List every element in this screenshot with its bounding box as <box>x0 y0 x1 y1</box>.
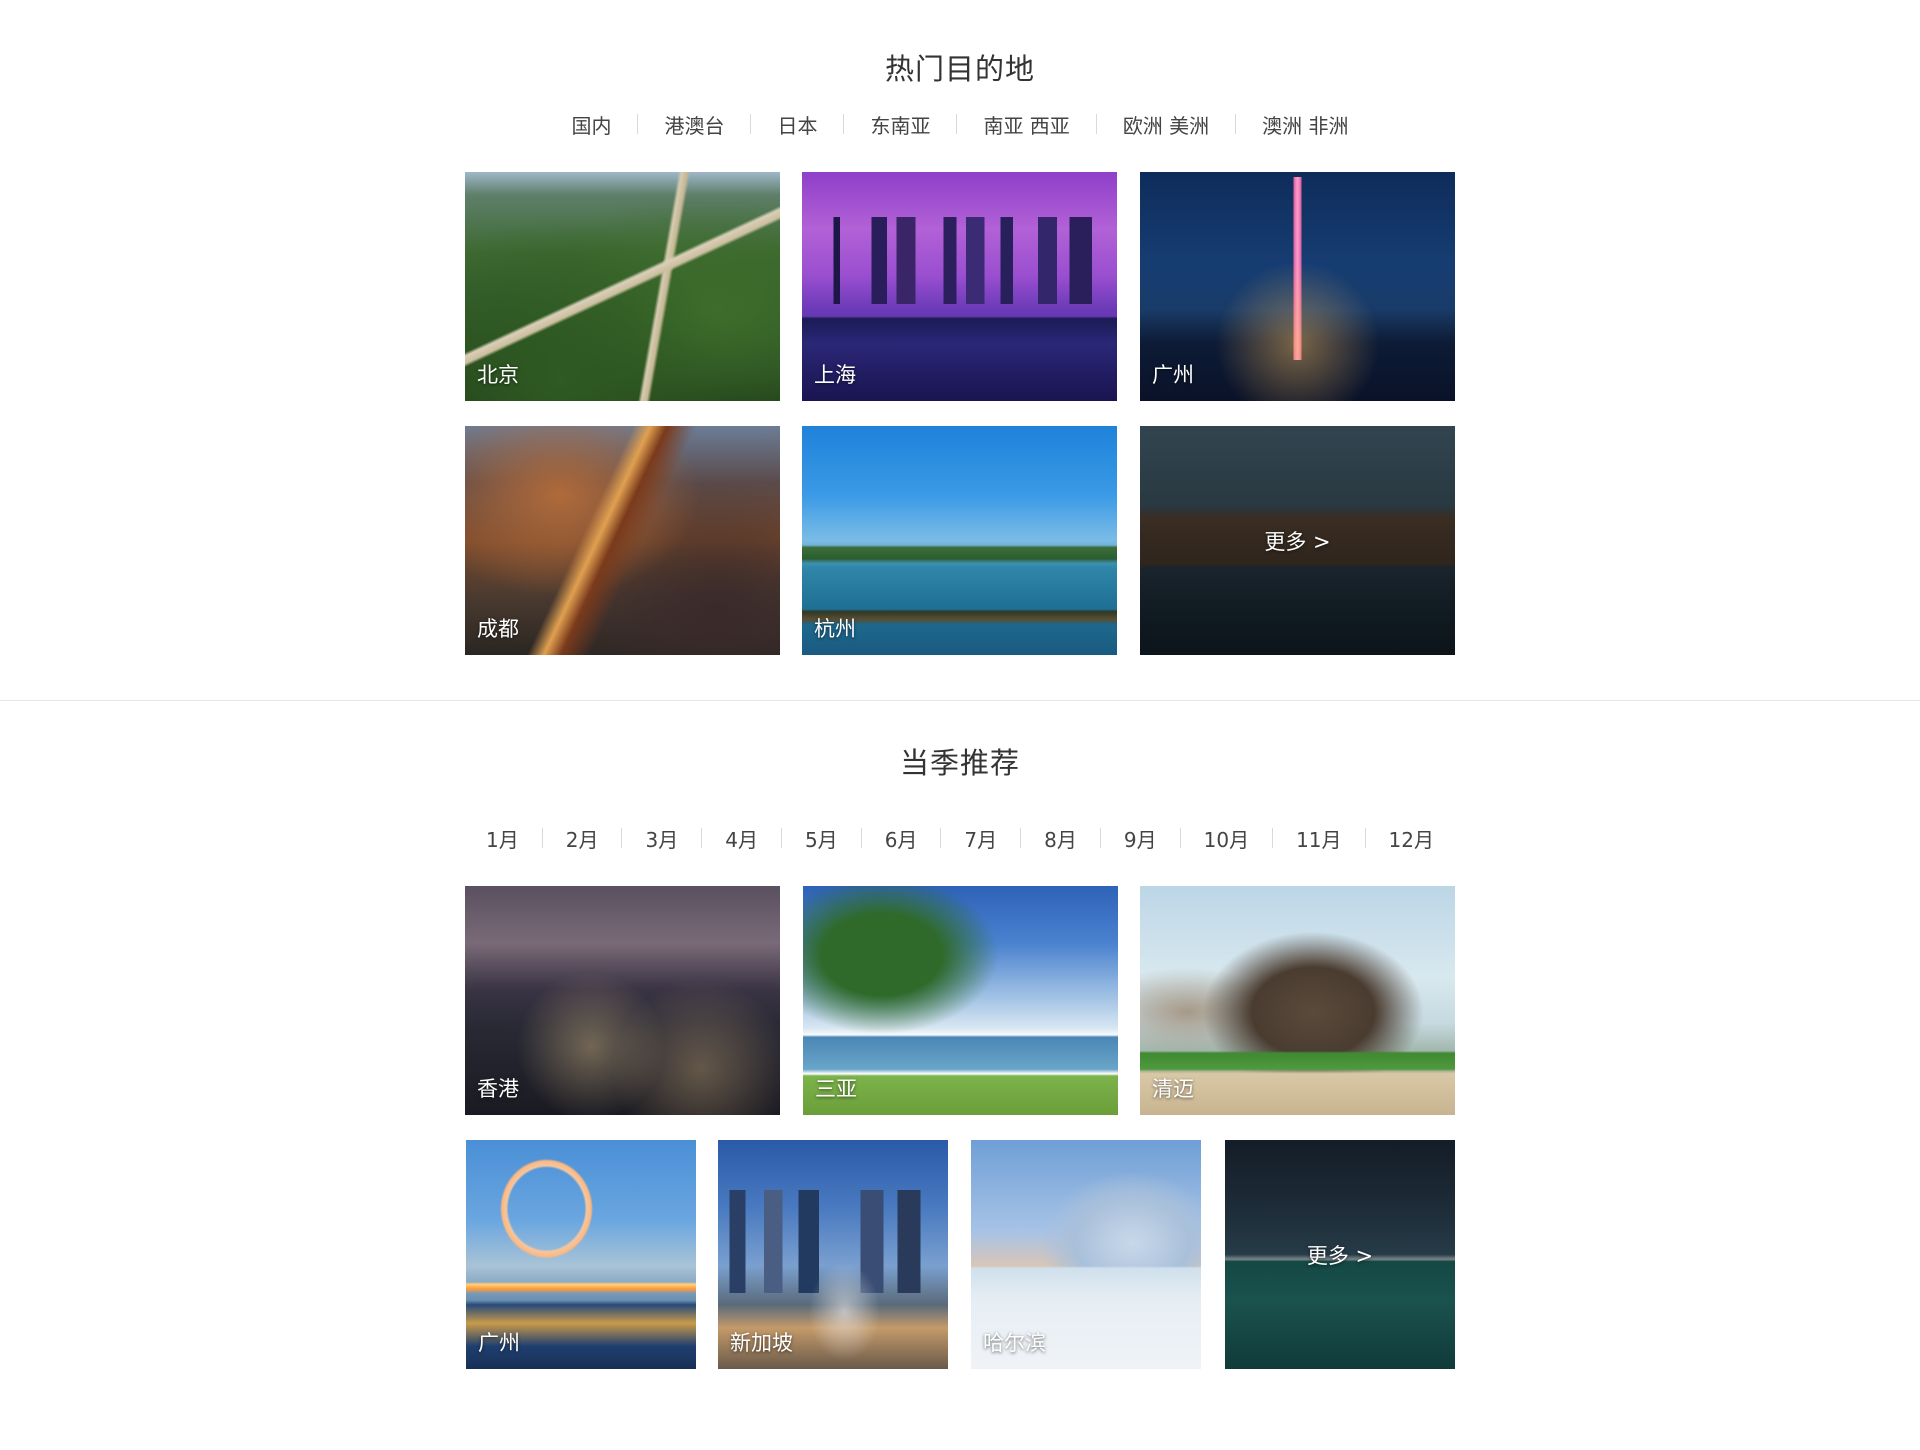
tab-separator <box>1020 828 1022 848</box>
tab-month-10[interactable]: 10月 <box>1204 824 1249 853</box>
seasonal-title: 当季推荐 <box>899 746 1020 780</box>
tab-month-3[interactable]: 3月 <box>645 824 678 853</box>
more-link[interactable]: 更多 > <box>1140 526 1455 556</box>
section-divider <box>0 700 1920 701</box>
tab-hk-macau-taiwan[interactable]: 港澳台 <box>664 110 724 139</box>
destination-card-hangzhou[interactable]: 杭州 <box>802 426 1117 655</box>
destination-label: 广州 <box>1152 363 1194 387</box>
tab-separator <box>750 114 752 134</box>
tab-separator <box>701 828 703 848</box>
tab-month-11[interactable]: 11月 <box>1296 824 1341 853</box>
season-card-chiangmai[interactable]: 清迈 <box>1140 886 1455 1115</box>
hot-destinations-title: 热门目的地 <box>884 52 1035 86</box>
tab-separator <box>1099 828 1101 848</box>
tab-month-12[interactable]: 12月 <box>1389 824 1434 853</box>
tab-europe-america[interactable]: 欧洲 美洲 <box>1123 110 1209 139</box>
tab-separator <box>1235 114 1237 134</box>
destination-label: 广州 <box>478 1331 520 1355</box>
tab-separator <box>637 114 639 134</box>
destination-card-chengdu[interactable]: 成都 <box>465 426 780 655</box>
tab-month-5[interactable]: 5月 <box>805 824 838 853</box>
destination-card-shanghai[interactable]: 上海 <box>802 172 1117 401</box>
month-tabs: 1月 2月 3月 4月 5月 6月 7月 8月 9月 10月 11月 12月 <box>0 824 1920 852</box>
destination-label: 成都 <box>477 617 519 641</box>
season-card-harbin[interactable]: 哈尔滨 <box>971 1140 1201 1369</box>
more-destinations-card[interactable]: 更多 > <box>1140 426 1455 655</box>
tab-month-8[interactable]: 8月 <box>1044 824 1077 853</box>
tab-separator <box>860 828 862 848</box>
destination-label: 北京 <box>477 363 519 387</box>
tab-month-4[interactable]: 4月 <box>725 824 758 853</box>
destination-label: 哈尔滨 <box>983 1331 1046 1355</box>
tab-month-7[interactable]: 7月 <box>964 824 997 853</box>
tab-separator <box>843 114 845 134</box>
tab-separator <box>1095 114 1097 134</box>
tab-domestic[interactable]: 国内 <box>571 110 611 139</box>
tab-month-9[interactable]: 9月 <box>1124 824 1157 853</box>
tab-separator <box>541 828 543 848</box>
region-tabs: 国内 港澳台 日本 东南亚 南亚 西亚 欧洲 美洲 澳洲 非洲 <box>0 110 1920 138</box>
tab-southeast-asia[interactable]: 东南亚 <box>870 110 930 139</box>
destination-label: 新加坡 <box>730 1331 793 1355</box>
tab-separator <box>1179 828 1181 848</box>
tab-separator <box>621 828 623 848</box>
tab-separator <box>956 114 958 134</box>
tab-japan[interactable]: 日本 <box>777 110 817 139</box>
season-card-hongkong[interactable]: 香港 <box>465 886 780 1115</box>
tab-oceania-africa[interactable]: 澳洲 非洲 <box>1262 110 1348 139</box>
destination-card-guangzhou[interactable]: 广州 <box>1140 172 1455 401</box>
tab-separator <box>940 828 942 848</box>
tab-separator <box>1272 828 1274 848</box>
tab-month-2[interactable]: 2月 <box>566 824 599 853</box>
season-card-sanya[interactable]: 三亚 <box>803 886 1118 1115</box>
more-link[interactable]: 更多 > <box>1225 1240 1455 1270</box>
tab-month-1[interactable]: 1月 <box>486 824 519 853</box>
destination-label: 三亚 <box>815 1077 857 1101</box>
destination-card-beijing[interactable]: 北京 <box>465 172 780 401</box>
tab-separator <box>780 828 782 848</box>
season-card-singapore[interactable]: 新加坡 <box>718 1140 948 1369</box>
destination-label: 杭州 <box>814 617 856 641</box>
season-card-guangzhou[interactable]: 广州 <box>466 1140 696 1369</box>
tab-separator <box>1364 828 1366 848</box>
destination-label: 上海 <box>814 363 856 387</box>
destination-label: 清迈 <box>1152 1077 1194 1101</box>
destination-label: 香港 <box>477 1077 519 1101</box>
more-season-card[interactable]: 更多 > <box>1225 1140 1455 1369</box>
tab-month-6[interactable]: 6月 <box>885 824 918 853</box>
tab-south-west-asia[interactable]: 南亚 西亚 <box>983 110 1069 139</box>
